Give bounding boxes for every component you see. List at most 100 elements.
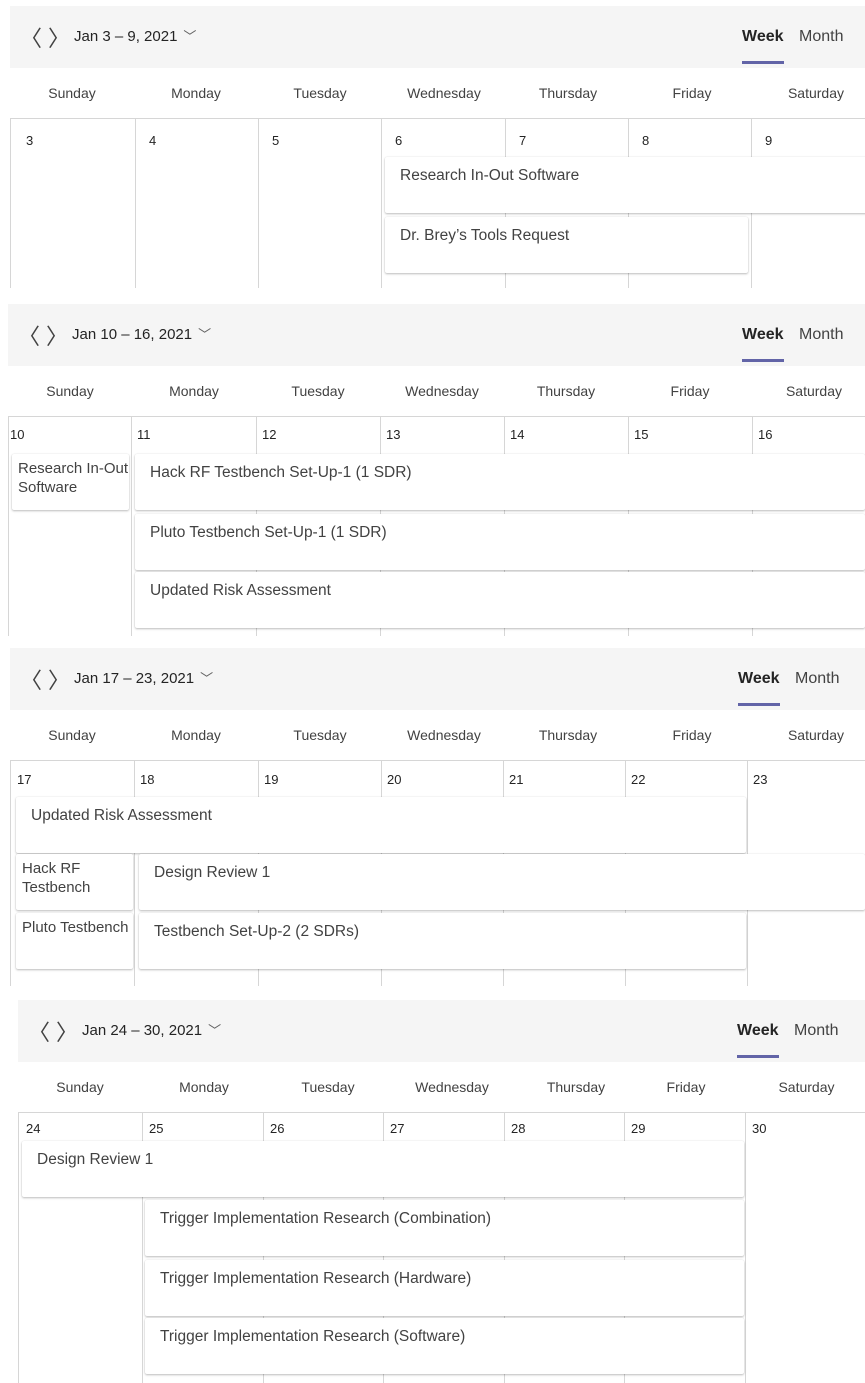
tab-week[interactable]: Week <box>737 1000 779 1062</box>
grid-line <box>8 416 9 636</box>
date-range-picker[interactable]: Jan 10 – 16, 2021 ﹀ <box>72 304 211 366</box>
calendar-event[interactable]: Design Review 1 <box>139 854 865 910</box>
day-name: Friday <box>666 1079 706 1095</box>
calendar-event[interactable]: Updated Risk Assessment <box>135 572 865 628</box>
calendar-event[interactable]: Trigger Implementation Research (Combina… <box>145 1200 744 1256</box>
calendar-event[interactable]: Research In-Out Software <box>12 454 129 510</box>
date-number[interactable]: 16 <box>758 427 772 442</box>
calendar-event[interactable]: Pluto Testbench <box>16 913 133 969</box>
day-header-row: Sunday Monday Tuesday Wednesday Thursday… <box>10 710 865 761</box>
day-name: Wednesday <box>415 1079 489 1095</box>
tab-active-indicator <box>738 703 780 706</box>
calendar-event[interactable]: Hack RF Testbench <box>16 854 133 910</box>
calendar-event[interactable]: Design Review 1 <box>22 1141 744 1197</box>
grid-line <box>135 118 136 288</box>
day-name: Tuesday <box>293 85 347 101</box>
date-number[interactable]: 15 <box>634 427 648 442</box>
chevron-right-icon[interactable]: 〉 <box>48 648 70 710</box>
chevron-down-icon: ﹀ <box>200 671 214 686</box>
date-number[interactable]: 28 <box>511 1121 525 1136</box>
day-name: Friday <box>670 383 710 399</box>
date-number[interactable]: 18 <box>140 772 154 787</box>
date-number[interactable]: 23 <box>753 772 767 787</box>
date-number[interactable]: 24 <box>26 1121 40 1136</box>
tab-week[interactable]: Week <box>738 648 780 710</box>
tab-month-label: Month <box>795 670 840 687</box>
date-number[interactable]: 25 <box>149 1121 163 1136</box>
chevron-right-icon[interactable]: 〉 <box>48 6 70 68</box>
calendar-event[interactable]: Dr. Brey’s Tools Request <box>385 217 748 273</box>
date-number[interactable]: 10 <box>10 427 24 442</box>
tab-week[interactable]: Week <box>742 6 784 68</box>
grid-line <box>381 118 382 288</box>
tab-active-indicator <box>742 359 784 362</box>
date-number[interactable]: 17 <box>17 772 31 787</box>
calendar-toolbar: 〈 〉 Jan 10 – 16, 2021 ﹀ Week Month <box>8 304 865 366</box>
date-number[interactable]: 21 <box>509 772 523 787</box>
week-calendar-jan-10-16: 〈 〉 Jan 10 – 16, 2021 ﹀ Week Month Sunday… <box>8 304 865 636</box>
day-name: Thursday <box>546 1079 606 1095</box>
chevron-left-icon[interactable]: 〈 <box>20 6 42 68</box>
grid-line <box>134 760 135 986</box>
calendar-event[interactable]: Trigger Implementation Research (Hardwar… <box>145 1260 744 1316</box>
date-number[interactable]: 4 <box>149 133 156 148</box>
date-number[interactable]: 6 <box>395 133 402 148</box>
tab-month-label: Month <box>799 28 844 45</box>
calendar-event[interactable]: Research In-Out Software <box>385 157 865 213</box>
tab-week[interactable]: Week <box>742 304 784 366</box>
tab-month[interactable]: Month <box>795 648 839 710</box>
grid-line <box>18 1112 19 1383</box>
tab-month[interactable]: Month <box>799 6 843 68</box>
date-number[interactable]: 20 <box>387 772 401 787</box>
date-range-picker[interactable]: Jan 17 – 23, 2021 ﹀ <box>74 648 213 710</box>
date-number[interactable]: 13 <box>386 427 400 442</box>
day-name: Saturday <box>785 383 843 399</box>
date-number[interactable]: 8 <box>642 133 649 148</box>
date-number[interactable]: 7 <box>519 133 526 148</box>
chevron-left-icon[interactable]: 〈 <box>28 1000 50 1062</box>
date-number[interactable]: 5 <box>272 133 279 148</box>
calendar-toolbar: 〈 〉 Jan 3 – 9, 2021 ﹀ Week Month <box>10 6 865 68</box>
grid-line <box>131 416 132 636</box>
tab-month[interactable]: Month <box>794 1000 838 1062</box>
date-number[interactable]: 22 <box>631 772 645 787</box>
day-name: Wednesday <box>407 85 481 101</box>
calendar-event[interactable]: Hack RF Testbench Set-Up-1 (1 SDR) <box>135 454 865 510</box>
chevron-left-icon[interactable]: 〈 <box>18 304 40 366</box>
calendar-event[interactable]: Updated Risk Assessment <box>16 797 746 853</box>
date-number[interactable]: 26 <box>270 1121 284 1136</box>
date-number[interactable]: 12 <box>262 427 276 442</box>
chevron-down-icon: ﹀ <box>183 29 197 44</box>
chevron-right-icon[interactable]: 〉 <box>56 1000 78 1062</box>
date-number[interactable]: 3 <box>26 133 33 148</box>
week-calendar-jan-24-30: 〈 〉 Jan 24 – 30, 2021 ﹀ Week Month Sunday… <box>18 1000 865 1383</box>
tab-month[interactable]: Month <box>799 304 843 366</box>
date-range-picker[interactable]: Jan 3 – 9, 2021 ﹀ <box>74 6 196 68</box>
chevron-down-icon: ﹀ <box>198 327 212 342</box>
tab-active-indicator <box>737 1055 779 1058</box>
date-number[interactable]: 19 <box>264 772 278 787</box>
day-name: Monday <box>171 727 221 743</box>
chevron-right-icon[interactable]: 〉 <box>46 304 68 366</box>
date-number[interactable]: 29 <box>631 1121 645 1136</box>
calendar-event[interactable]: Trigger Implementation Research (Softwar… <box>145 1318 744 1374</box>
date-number[interactable]: 30 <box>752 1121 766 1136</box>
day-name: Sunday <box>48 727 96 743</box>
day-name: Sunday <box>56 1079 104 1095</box>
day-name: Saturday <box>787 85 845 101</box>
day-header-row: Sunday Monday Tuesday Wednesday Thursday… <box>8 366 865 417</box>
day-name: Tuesday <box>293 727 347 743</box>
date-number[interactable]: 11 <box>137 427 151 442</box>
calendar-toolbar: 〈 〉 Jan 24 – 30, 2021 ﹀ Week Month <box>18 1000 865 1062</box>
date-number[interactable]: 14 <box>510 427 524 442</box>
tab-week-label: Week <box>737 1022 779 1039</box>
calendar-event[interactable]: Testbench Set-Up-2 (2 SDRs) <box>139 913 746 969</box>
date-number[interactable]: 9 <box>765 133 772 148</box>
calendar-event[interactable]: Pluto Testbench Set-Up-1 (1 SDR) <box>135 514 865 570</box>
date-range-picker[interactable]: Jan 24 – 30, 2021 ﹀ <box>82 1000 221 1062</box>
date-range-label: Jan 17 – 23, 2021 <box>74 670 195 687</box>
day-name: Friday <box>672 85 712 101</box>
day-name: Monday <box>169 383 219 399</box>
date-number[interactable]: 27 <box>390 1121 404 1136</box>
chevron-left-icon[interactable]: 〈 <box>20 648 42 710</box>
